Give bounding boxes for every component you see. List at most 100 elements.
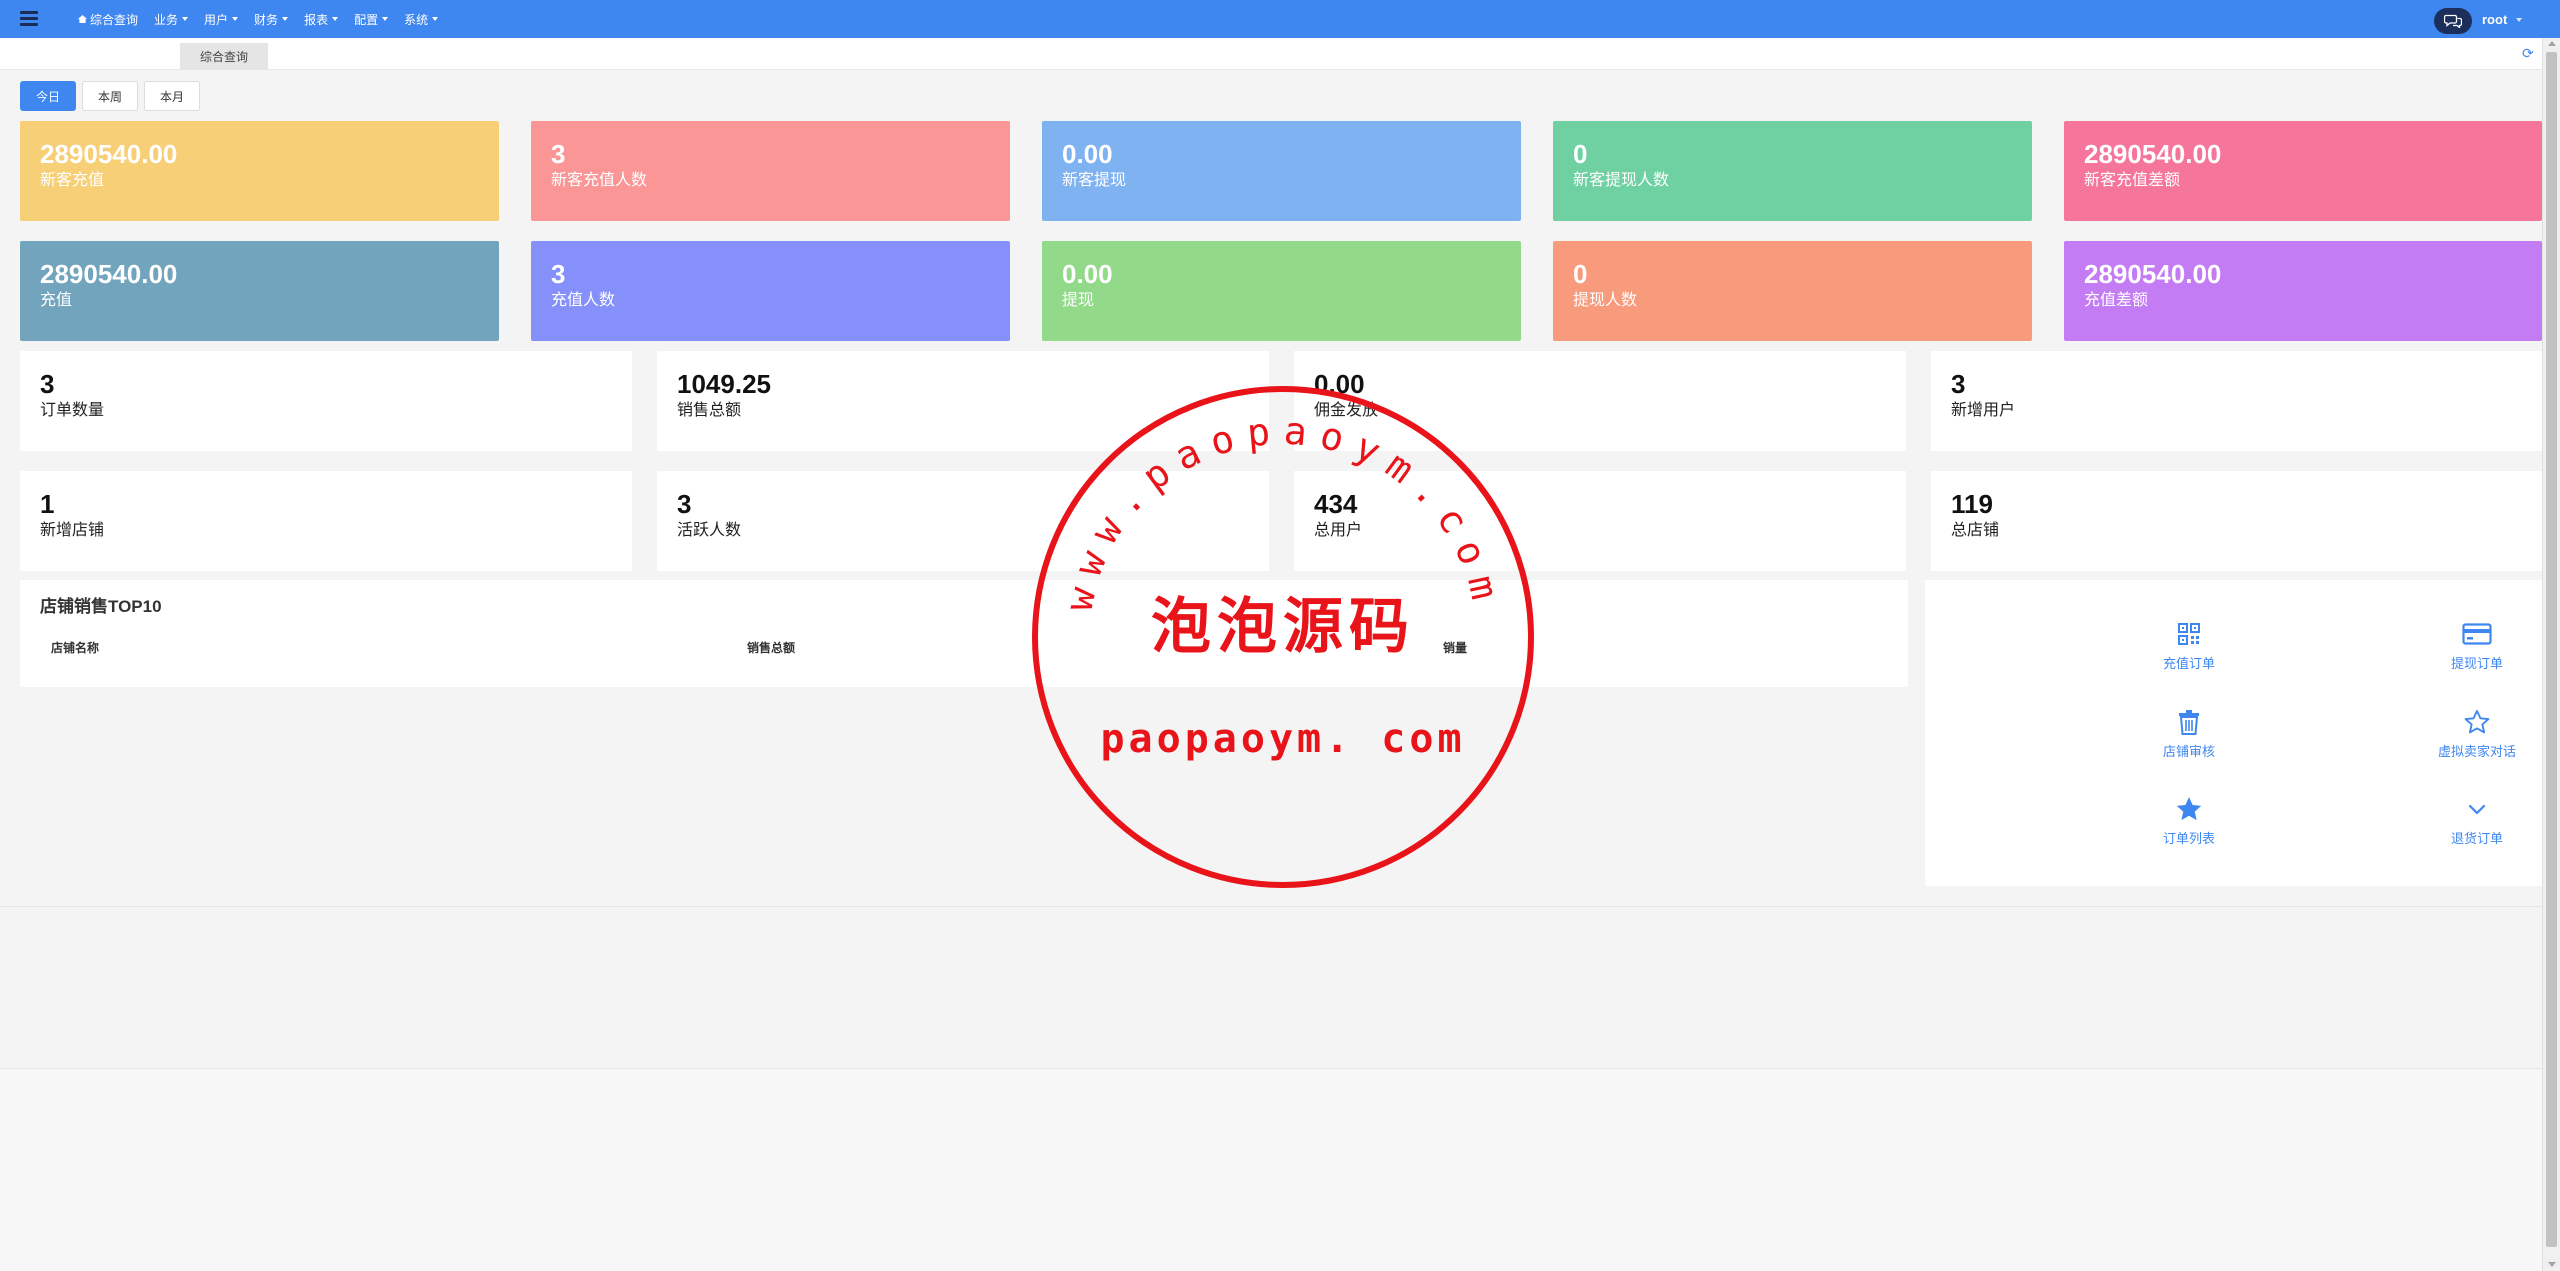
quick-link-label: 提现订单 bbox=[2450, 656, 2503, 671]
stat-label: 充值 bbox=[40, 292, 73, 309]
credit-card-icon bbox=[2462, 623, 2492, 645]
nav-item-config[interactable]: 配置 bbox=[354, 11, 389, 28]
period-week-button[interactable]: 本周 bbox=[82, 81, 139, 111]
stat-label: 新客提现 bbox=[1062, 172, 1127, 189]
stat-value: 434 bbox=[1314, 489, 1358, 519]
quick-link-shop-review[interactable]: 店铺审核 bbox=[2089, 707, 2289, 760]
stat-value: 3 bbox=[40, 369, 55, 399]
stat-value: 0 bbox=[1573, 139, 1588, 169]
stat-value: 0.00 bbox=[1062, 139, 1113, 169]
trash-icon bbox=[2179, 710, 2199, 735]
qrcode-icon bbox=[2178, 623, 2200, 645]
stat-card-new-recharge-users: 3 新客充值人数 bbox=[531, 121, 1010, 221]
caret-down-icon bbox=[432, 17, 439, 21]
quick-links-panel: 充值订单 提现订单 店铺审核 虚拟卖家对话 订单列表 退货订单 bbox=[1925, 580, 2542, 886]
stat-card-new-shops: 1 新增店铺 bbox=[20, 471, 632, 571]
column-header-shop-name: 店铺名称 bbox=[51, 641, 100, 655]
stat-card-new-withdraw: 0.00 新客提现 bbox=[1042, 121, 1521, 221]
quick-link-return-orders[interactable]: 退货订单 bbox=[2377, 794, 2560, 847]
nav-item-system[interactable]: 系统 bbox=[404, 11, 439, 28]
stat-value: 1 bbox=[40, 489, 55, 519]
column-header-sales-total: 销售总额 bbox=[747, 641, 796, 655]
quick-link-order-list[interactable]: 订单列表 bbox=[2089, 794, 2289, 847]
quick-link-label: 订单列表 bbox=[2162, 831, 2215, 846]
stat-card-withdraw-users: 0 提现人数 bbox=[1553, 241, 2032, 341]
stat-card-new-users: 3 新增用户 bbox=[1931, 351, 2542, 451]
stat-label: 新增店铺 bbox=[40, 522, 105, 539]
caret-down-icon bbox=[332, 17, 339, 21]
caret-down-icon bbox=[2516, 17, 2523, 22]
stat-card-order-count: 3 订单数量 bbox=[20, 351, 632, 451]
stat-label: 新客充值人数 bbox=[551, 172, 648, 189]
stat-label: 新增用户 bbox=[1951, 402, 2016, 419]
quick-link-label: 充值订单 bbox=[2162, 656, 2215, 671]
quick-link-label: 退货订单 bbox=[2450, 831, 2503, 846]
stat-value: 3 bbox=[1951, 369, 1966, 399]
nav-item-overview[interactable]: 综合查询 bbox=[78, 11, 138, 28]
home-icon bbox=[78, 15, 87, 23]
stat-value: 0.00 bbox=[1314, 369, 1365, 399]
footer-divider bbox=[0, 1068, 2542, 1069]
tab-overview[interactable]: 综合查询 bbox=[180, 43, 268, 69]
stat-card-sales-total: 1049.25 销售总额 bbox=[657, 351, 1269, 451]
star-outline-icon bbox=[2464, 709, 2490, 734]
stat-value: 0.00 bbox=[1062, 259, 1113, 289]
stat-card-total-shops: 119 总店铺 bbox=[1931, 471, 2542, 571]
stat-value: 2890540.00 bbox=[40, 259, 178, 289]
stat-card-total-users: 434 总用户 bbox=[1294, 471, 1906, 571]
stat-value: 2890540.00 bbox=[2084, 139, 2222, 169]
nav-item-reports[interactable]: 报表 bbox=[304, 11, 339, 28]
stat-card-new-recharge-diff: 2890540.00 新客充值差额 bbox=[2064, 121, 2542, 221]
caret-down-icon bbox=[182, 17, 189, 21]
chevron-down-icon bbox=[2468, 804, 2486, 815]
stat-label: 新客充值 bbox=[40, 172, 105, 189]
quick-link-virtual-seller-chat[interactable]: 虚拟卖家对话 bbox=[2377, 707, 2560, 760]
stat-label: 销售总额 bbox=[677, 402, 742, 419]
stat-label: 订单数量 bbox=[40, 402, 105, 419]
stat-label: 总店铺 bbox=[1951, 522, 2000, 539]
refresh-icon[interactable]: ⟳ bbox=[2522, 45, 2534, 62]
stat-label: 活跃人数 bbox=[677, 522, 742, 539]
nav-item-business[interactable]: 业务 bbox=[154, 11, 189, 28]
caret-down-icon bbox=[282, 17, 289, 21]
period-today-button[interactable]: 今日 bbox=[20, 81, 77, 111]
stat-label: 提现人数 bbox=[1573, 292, 1638, 309]
stat-value: 3 bbox=[551, 259, 566, 289]
scroll-down-arrow-icon[interactable] bbox=[2548, 1262, 2556, 1267]
stat-value: 2890540.00 bbox=[40, 139, 178, 169]
panel-title: 店铺销售TOP10 bbox=[40, 597, 162, 616]
stat-label: 提现 bbox=[1062, 292, 1095, 309]
chat-button[interactable] bbox=[2434, 8, 2472, 34]
menu-toggle-icon[interactable] bbox=[16, 6, 42, 32]
seal-bottom-text: paopaoym. com bbox=[1100, 716, 1465, 762]
scroll-up-arrow-icon[interactable] bbox=[2548, 41, 2556, 46]
stat-label: 新客充值差额 bbox=[2084, 172, 2181, 189]
stat-card-withdraw: 0.00 提现 bbox=[1042, 241, 1521, 341]
quick-link-recharge-orders[interactable]: 充值订单 bbox=[2089, 619, 2289, 672]
stat-label: 总用户 bbox=[1314, 522, 1363, 539]
stat-value: 2890540.00 bbox=[2084, 259, 2222, 289]
caret-down-icon bbox=[232, 17, 239, 21]
nav-item-finance[interactable]: 财务 bbox=[254, 11, 289, 28]
stat-value: 3 bbox=[677, 489, 692, 519]
stat-value: 1049.25 bbox=[677, 369, 771, 399]
section-divider bbox=[0, 906, 2542, 907]
stat-label: 佣金发放 bbox=[1314, 402, 1379, 419]
shop-sales-top10-panel: 店铺销售TOP10 店铺名称 销售总额 销量 bbox=[20, 580, 1908, 687]
stat-card-recharge-users: 3 充值人数 bbox=[531, 241, 1010, 341]
tab-bar: 综合查询 ⟳ bbox=[0, 38, 2542, 70]
stat-label: 新客提现人数 bbox=[1573, 172, 1670, 189]
stat-value: 119 bbox=[1951, 489, 1993, 519]
footer-band bbox=[0, 1068, 2542, 1271]
chat-bubbles-icon bbox=[2444, 14, 2462, 28]
main-nav: 综合查询 业务 用户 财务 报表 配置 系统 bbox=[78, 0, 454, 38]
stat-label: 充值差额 bbox=[2084, 292, 2149, 309]
user-menu[interactable]: root bbox=[2482, 12, 2523, 27]
caret-down-icon bbox=[382, 17, 389, 21]
period-month-button[interactable]: 本月 bbox=[144, 81, 201, 111]
quick-link-label: 店铺审核 bbox=[2162, 744, 2215, 759]
nav-item-users[interactable]: 用户 bbox=[204, 11, 239, 28]
period-selector: 今日 本周 本月 bbox=[20, 81, 201, 111]
quick-link-withdraw-orders[interactable]: 提现订单 bbox=[2377, 619, 2560, 672]
star-icon bbox=[2176, 797, 2202, 821]
